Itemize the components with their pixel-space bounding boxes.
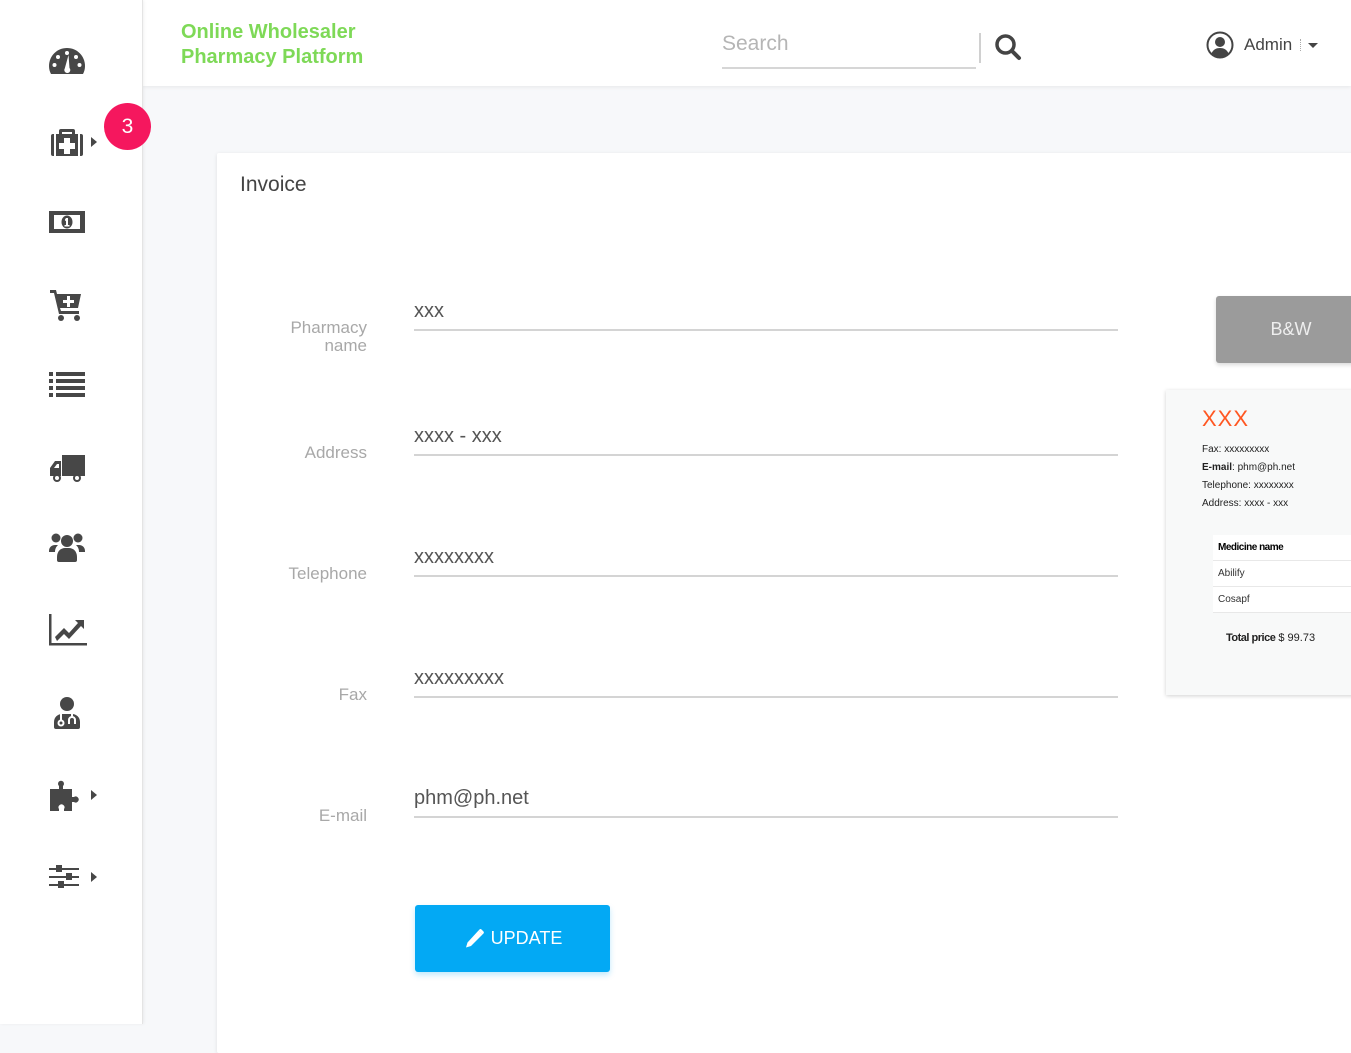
search-field <box>722 26 976 69</box>
address-label: Address <box>304 443 367 462</box>
fax-input[interactable] <box>414 667 1118 696</box>
telephone-label: Telephone <box>288 564 367 583</box>
chart-line-icon <box>46 609 88 651</box>
top-header: Online Wholesaler Pharmacy Platform Admi… <box>143 0 1351 86</box>
preview-telephone-value: xxxxxxxx <box>1253 480 1294 491</box>
chevron-down-icon <box>1308 42 1319 48</box>
dashboard-gauge-icon <box>46 41 88 83</box>
sidebar-item-reports[interactable] <box>0 600 142 660</box>
pencil-icon <box>465 928 484 947</box>
pharmacy-name-label-line2: name <box>324 336 367 355</box>
email-field <box>414 787 1118 818</box>
brand-line-2: Pharmacy Platform <box>181 46 364 68</box>
medkit-icon <box>46 121 88 163</box>
users-icon <box>46 526 88 568</box>
preview-total-label: Total price <box>1226 632 1276 644</box>
submenu-caret-icon <box>91 137 97 147</box>
user-menu-divider <box>1300 39 1302 51</box>
puzzle-piece-icon <box>46 774 88 816</box>
fax-label: Fax <box>338 685 367 704</box>
table-row: Abilify <box>1213 561 1351 587</box>
sliders-icon <box>46 856 88 898</box>
black-white-toggle-button[interactable]: B&W <box>1216 296 1351 363</box>
fax-field <box>414 667 1118 698</box>
search-button[interactable] <box>993 32 1027 66</box>
submenu-caret-icon <box>91 872 97 882</box>
preview-telephone: Telephone: xxxxxxxx <box>1202 480 1294 491</box>
sidebar-item-doctors[interactable] <box>0 683 142 743</box>
telephone-field <box>414 546 1118 577</box>
sidebar-item-users[interactable] <box>0 517 142 577</box>
telephone-input[interactable] <box>414 546 1118 575</box>
sidebar-item-plugins[interactable] <box>0 765 142 825</box>
preview-email-value: : phm@ph.net <box>1232 462 1295 473</box>
preview-medicine-table: Medicine name Abilify Cosapf <box>1213 535 1351 613</box>
update-button[interactable]: UPDATE <box>415 905 610 972</box>
preview-fax-value: xxxxxxxxx <box>1224 444 1270 455</box>
address-input[interactable] <box>414 425 1118 454</box>
user-menu[interactable]: Admin <box>1206 28 1319 62</box>
truck-icon <box>46 446 88 488</box>
submenu-caret-icon <box>91 790 97 800</box>
preview-telephone-label: Telephone: <box>1202 480 1251 491</box>
preview-fax-label: Fax: <box>1202 444 1222 455</box>
list-icon <box>46 363 88 405</box>
invoice-preview: XXX Fax: xxxxxxxxx E-mail: phm@ph.net Te… <box>1166 390 1351 695</box>
brand-title: Online Wholesaler Pharmacy Platform <box>181 20 363 70</box>
sidebar-item-dashboard[interactable] <box>0 32 142 92</box>
address-field <box>414 425 1118 456</box>
preview-email: E-mail: phm@ph.net <box>1202 462 1295 473</box>
pharmacy-name-label: Pharmacy name <box>217 319 367 355</box>
sidebar-item-add-to-cart[interactable] <box>0 274 142 334</box>
user-name: Admin <box>1244 35 1293 54</box>
preview-total-value: $ 99.73 <box>1278 632 1316 644</box>
table-row: Cosapf <box>1213 587 1351 613</box>
invoice-card: Invoice Pharmacy name Address Telephone … <box>217 153 1351 1053</box>
email-input[interactable] <box>414 787 1118 816</box>
sidebar: 3 <box>0 0 151 1024</box>
preview-email-label: E-mail <box>1202 462 1233 473</box>
preview-pharmacy-name: XXX <box>1202 406 1250 431</box>
preview-total: Total price $ 99.73 <box>1226 632 1315 644</box>
money-bill-icon <box>46 201 88 243</box>
pharmacy-name-input[interactable] <box>414 300 1118 329</box>
preview-fax: Fax: xxxxxxxxx <box>1202 444 1269 455</box>
page-title: Invoice <box>240 173 307 196</box>
user-circle-icon <box>1206 31 1234 59</box>
brand-line-1: Online Wholesaler <box>181 21 356 43</box>
update-button-label: UPDATE <box>490 928 563 948</box>
sidebar-item-delivery[interactable] <box>0 437 142 497</box>
preview-address: Address: xxxx - xxx <box>1202 498 1288 509</box>
sidebar-item-settings[interactable] <box>0 847 142 907</box>
pharmacy-name-field <box>414 300 1118 331</box>
notification-badge: 3 <box>104 103 151 150</box>
preview-address-label: Address: <box>1202 498 1242 509</box>
search-icon <box>995 34 1021 60</box>
search-input[interactable] <box>722 26 976 62</box>
preview-address-value: xxxx - xxx <box>1244 498 1289 509</box>
pharmacy-name-label-line1: Pharmacy <box>290 318 367 337</box>
email-label: E-mail <box>318 806 367 825</box>
user-doctor-icon <box>46 692 88 734</box>
search-divider <box>979 33 981 63</box>
cart-plus-icon <box>46 283 88 325</box>
sidebar-item-list[interactable] <box>0 354 142 414</box>
sidebar-item-payments[interactable] <box>0 192 142 252</box>
preview-table-header: Medicine name <box>1213 535 1351 561</box>
